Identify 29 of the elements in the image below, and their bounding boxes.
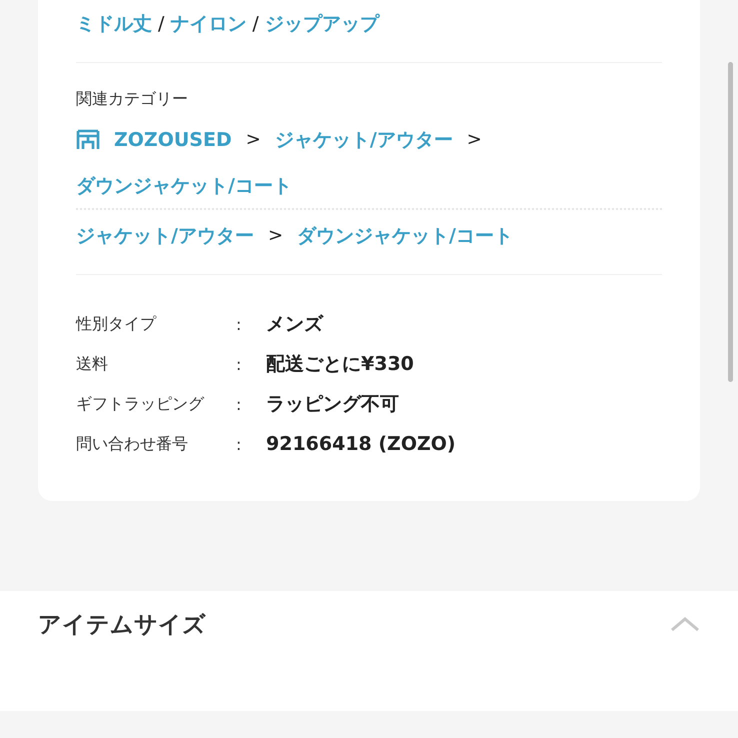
separator: /: [158, 13, 164, 35]
colon: :: [236, 314, 242, 334]
tag-link[interactable]: ミドル丈: [76, 11, 152, 37]
breadcrumb-link[interactable]: ダウンジャケット/コート: [76, 170, 292, 202]
breadcrumb-link[interactable]: ZOZOUSED: [114, 124, 232, 156]
tag-link[interactable]: ジップアップ: [264, 11, 379, 37]
colon: :: [236, 394, 242, 414]
detail-label: 性別タイプ: [76, 314, 158, 334]
detail-label: ギフトラッピング: [76, 394, 206, 414]
colon: :: [236, 434, 242, 454]
detail-value: 配送ごとに¥330: [266, 352, 414, 377]
detail-value: ラッピング不可: [266, 392, 399, 417]
colon: :: [236, 354, 242, 374]
tag-link[interactable]: ナイロン: [170, 11, 246, 37]
detail-value: 92166418 (ZOZO): [266, 433, 456, 455]
separator: /: [252, 13, 259, 35]
breadcrumb-link[interactable]: ジャケット/アウター: [76, 220, 254, 252]
breadcrumb-link[interactable]: ジャケット/アウター: [274, 124, 453, 156]
section-title: 関連カテゴリー: [76, 89, 189, 110]
detail-label: 送料: [76, 354, 109, 374]
detail-label: 問い合わせ番号: [76, 434, 189, 454]
section-heading: アイテムサイズ: [38, 610, 206, 640]
separator: >: [246, 128, 261, 152]
detail-value: メンズ: [266, 312, 323, 337]
separator: >: [268, 224, 284, 248]
breadcrumb-link[interactable]: ダウンジャケット/コート: [297, 220, 513, 252]
separator: >: [466, 128, 482, 152]
chevron-icon[interactable]: [670, 616, 700, 632]
scrollbar[interactable]: [728, 62, 733, 382]
